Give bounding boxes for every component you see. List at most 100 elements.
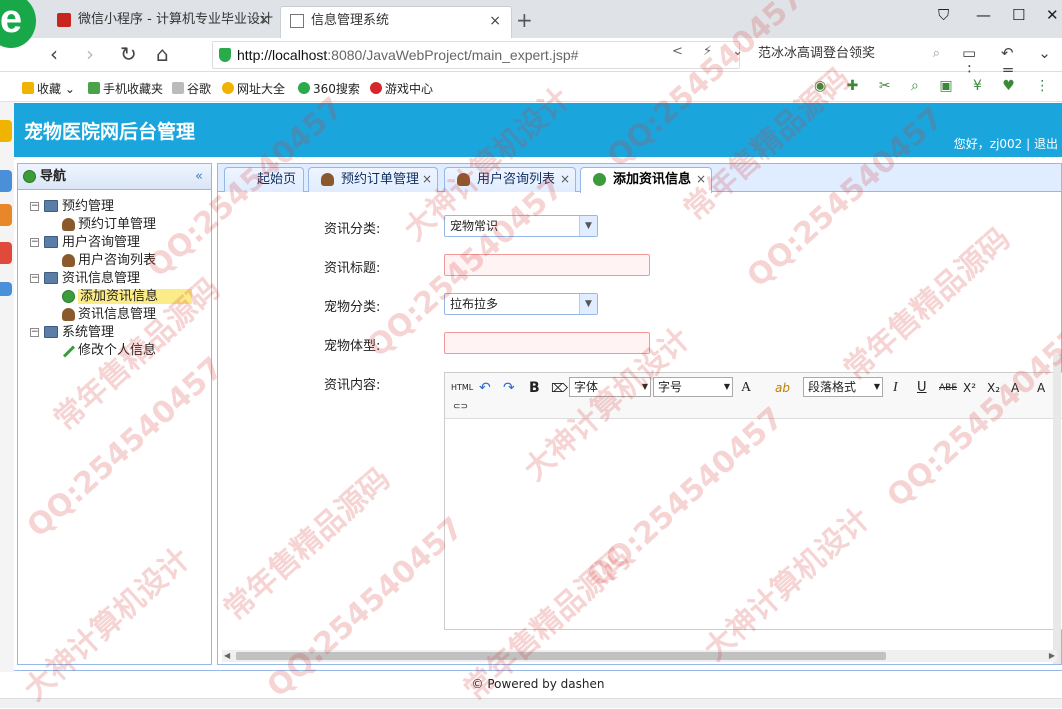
search-input[interactable]: 范冰冰高调登台领奖 ⌕ — [752, 41, 948, 69]
redo-icon[interactable]: ↷ — [503, 378, 515, 398]
tree-group-news[interactable]: − 资讯信息管理 — [18, 270, 211, 288]
font-family-select[interactable]: 字体 ▼ — [569, 377, 651, 397]
body-type-label: 宠物体型: — [324, 339, 381, 354]
hao-icon — [222, 82, 234, 94]
close-tab-icon[interactable]: × — [422, 168, 432, 191]
subscript-button[interactable]: X₂ — [987, 378, 1000, 398]
address-bar: ‹ › ↻ ⌂ http://localhost:8080/JavaWebPro… — [0, 38, 1062, 80]
collapse-sidebar-button[interactable]: « — [195, 164, 203, 189]
bookmark-games[interactable]: 游戏中心 — [370, 80, 433, 97]
underline-button[interactable]: U — [917, 378, 927, 398]
html-source-button[interactable]: HTML — [451, 378, 473, 398]
add-news-form: 资讯分类: 宠物常识 ▼ 资讯标题: 宠物分类: 拉布拉多 ▼ 宠物体型: 资讯内容… — [218, 192, 1062, 654]
scroll-right-icon[interactable]: ▶ — [1049, 650, 1055, 662]
font-color-button[interactable]: A — [741, 378, 751, 398]
new-tab-button[interactable]: + — [516, 8, 533, 32]
bookmark-360[interactable]: 360搜索 — [298, 80, 360, 97]
tab-start-page[interactable]: 起始页 — [224, 167, 304, 192]
tree-item-consult-list[interactable]: 用户咨询列表 — [18, 252, 211, 270]
scroll-thumb[interactable] — [236, 652, 886, 660]
tree-item-edit-profile[interactable]: 修改个人信息 — [18, 342, 211, 360]
font-size-select[interactable]: 字号 ▼ — [653, 377, 733, 397]
collapse-node-icon[interactable]: − — [30, 202, 39, 211]
collapse-node-icon[interactable]: − — [30, 328, 39, 337]
editor-content-area[interactable] — [445, 419, 1062, 629]
tree-item-label: 修改个人信息 — [78, 343, 157, 358]
chevron-down-icon: ▼ — [873, 382, 880, 391]
tab-label: 添加资讯信息 — [613, 172, 692, 187]
extension-icons[interactable]: ◉ ✚ ✂ ⌕ ▣ ¥ ♥ ⋮ — [814, 78, 1057, 94]
close-window-button[interactable]: ✕ — [1046, 6, 1059, 24]
vertical-scrollbar[interactable] — [1053, 354, 1061, 664]
bookmark-hao[interactable]: 网址大全 — [222, 80, 285, 97]
link-icon[interactable]: ⊂⊃ — [453, 397, 468, 417]
bookmark-mobile[interactable]: 手机收藏夹 — [88, 80, 163, 97]
minimize-button[interactable]: — — [976, 6, 991, 24]
tree-item-news-manage[interactable]: 资讯信息管理 — [18, 306, 211, 324]
chevron-down-icon: ▼ — [723, 382, 730, 391]
browser-status-bar — [0, 698, 1062, 708]
highlight-color-button[interactable]: ab — [775, 378, 790, 398]
url-actions-icon[interactable]: < ⚡ ⌄ — [672, 44, 751, 59]
reload-button[interactable]: ↻ — [120, 42, 137, 66]
home-button[interactable]: ⌂ — [156, 42, 169, 66]
tree-item-booking-orders[interactable]: 预约订单管理 — [18, 216, 211, 234]
bookmark-favorites[interactable]: 收藏 ⌄ — [22, 80, 75, 97]
sidebar-app-icon[interactable] — [0, 242, 12, 264]
url-path: :8080/JavaWebProject/main_expert.jsp# — [327, 47, 579, 63]
category-select[interactable]: 宠物常识 ▼ — [444, 215, 598, 237]
user-icon — [62, 254, 75, 267]
close-tab-icon[interactable]: × — [489, 7, 501, 35]
paragraph-format-select[interactable]: 段落格式 ▼ — [803, 377, 883, 397]
back-button[interactable]: ‹ — [50, 42, 58, 66]
undo-icon[interactable]: ↶ — [479, 378, 491, 398]
font-family-value: 字体 — [574, 380, 599, 394]
horizontal-scrollbar[interactable]: ◀ ▶ — [222, 650, 1057, 662]
bookmark-google[interactable]: 谷歌 — [172, 80, 211, 97]
search-icon[interactable]: ⌕ — [933, 41, 940, 67]
paragraph-format-value: 段落格式 — [808, 380, 857, 394]
tab-add-news[interactable]: 添加资讯信息 × — [580, 167, 712, 193]
format-icon[interactable]: ⌦ — [551, 378, 568, 398]
tree-group-consult[interactable]: − 用户咨询管理 — [18, 234, 211, 252]
maximize-button[interactable]: ☐ — [1012, 6, 1025, 24]
browser-tab-info-system[interactable]: 信息管理系统 × — [280, 6, 512, 38]
browser-tab-wechat[interactable]: 微信小程序 - 计算机专业毕业设计 × — [48, 6, 280, 38]
search-text: 范冰冰高调登台领奖 — [758, 46, 876, 61]
tree-group-system[interactable]: − 系统管理 — [18, 324, 211, 342]
sidebar-app-icon[interactable] — [0, 204, 12, 226]
nav-sidebar: 导航 « − 预约管理 预约订单管理 − 用户咨询管理 用户咨询列表 − 资讯信息管理… — [17, 163, 212, 665]
bold-button[interactable]: B — [529, 378, 540, 398]
tree-group-booking[interactable]: − 预约管理 — [18, 198, 211, 216]
user-icon — [62, 218, 75, 231]
collapse-node-icon[interactable]: − — [30, 238, 39, 247]
url-input[interactable]: http://localhost:8080/JavaWebProject/mai… — [212, 41, 740, 69]
pet-type-select[interactable]: 拉布拉多 ▼ — [444, 293, 598, 315]
superscript-button[interactable]: X² — [963, 378, 976, 398]
sidebar-star-icon[interactable] — [0, 120, 12, 142]
collapse-node-icon[interactable]: − — [30, 274, 39, 283]
italic-button[interactable]: I — [893, 378, 898, 398]
font-decrease-button[interactable]: A — [1037, 378, 1045, 398]
app-title: 宠物医院网后台管理 — [24, 121, 196, 143]
close-tab-icon[interactable]: × — [696, 168, 706, 191]
sidebar-app-icon[interactable] — [0, 282, 12, 296]
font-increase-button[interactable]: A — [1011, 378, 1019, 398]
close-tab-icon[interactable]: × — [560, 168, 570, 191]
browser-sidebar-strip — [0, 102, 14, 672]
tab-consult-list[interactable]: 用户咨询列表 × — [444, 167, 576, 192]
tree-item-add-news[interactable]: 添加资讯信息 — [18, 288, 211, 306]
pin-icon[interactable]: ⛉ — [938, 6, 949, 24]
strikethrough-button[interactable]: ABE — [939, 378, 957, 398]
tree-item-label: 预约订单管理 — [78, 217, 157, 232]
close-tab-icon[interactable]: × — [258, 6, 270, 34]
title-input[interactable] — [444, 254, 650, 276]
scroll-left-icon[interactable]: ◀ — [224, 650, 230, 662]
user-greeting-logout[interactable]: 您好，zj002 | 退出 — [954, 135, 1058, 152]
sidebar-app-icon[interactable] — [0, 170, 12, 192]
chevron-down-icon: ▼ — [641, 382, 648, 391]
tab-booking-orders[interactable]: 预约订单管理 × — [308, 167, 438, 192]
category-label: 资讯分类: — [324, 222, 381, 237]
forward-button[interactable]: › — [86, 42, 94, 66]
body-type-input[interactable] — [444, 332, 650, 354]
